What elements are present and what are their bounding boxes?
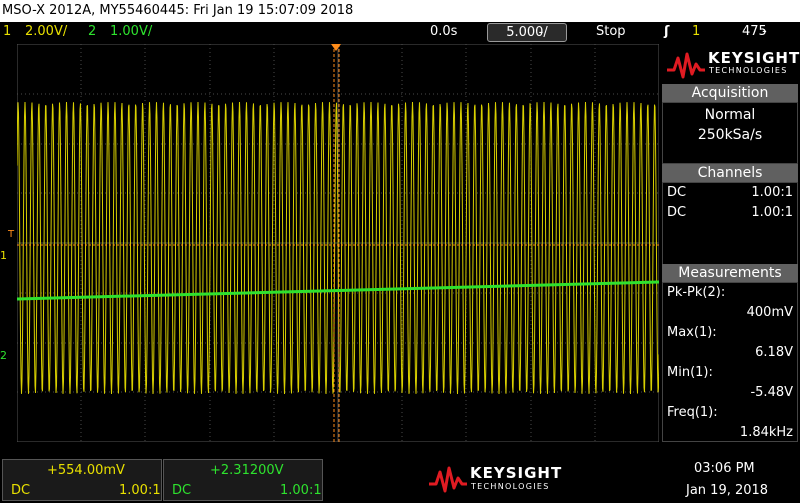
ch2-coupling: DC [172, 483, 192, 498]
trigger-edge-icon: ʃ [664, 24, 670, 39]
ch2-probe: 1.00:1 [280, 483, 322, 498]
acquisition-rate: 250kSa/s [697, 127, 763, 143]
measurements-header[interactable]: Measurements [662, 264, 798, 282]
measurement-value: -5.48V [750, 385, 793, 400]
keysight-logo: KEYSIGHT TECHNOLOGIES [660, 44, 800, 82]
title-bar: MSO-X 2012A, MY55460445: Fri Jan 19 15:0… [0, 0, 800, 22]
bottom-logo: KEYSIGHT TECHNOLOGIES [428, 462, 561, 500]
run-state[interactable]: Stop [596, 24, 626, 39]
measurement-label: Pk-Pk(2): [667, 285, 726, 300]
clock-date: Jan 19, 2018 [686, 483, 769, 498]
delay-value[interactable]: 0.0s [430, 24, 457, 39]
ch1-number[interactable]: 1 [3, 24, 11, 39]
logo-word: KEYSIGHT [708, 49, 800, 67]
measurement-value: 1.84kHz [739, 425, 793, 440]
side-panel: KEYSIGHT TECHNOLOGIES Acquisition Normal… [660, 44, 800, 442]
measurement-value: 6.18V [755, 345, 793, 360]
acquisition-mode: Normal [704, 107, 756, 123]
channels-header[interactable]: Channels [662, 164, 798, 182]
ch2-offset: +2.31200V [210, 463, 284, 478]
channel2-coupling: DC [667, 205, 687, 220]
bottom-logo-word: KEYSIGHT [470, 464, 563, 482]
channel1-coupling: DC [667, 185, 687, 200]
measurement-label: Max(1): [667, 325, 717, 340]
timebase-value: 5.000̵/ [506, 25, 548, 40]
channels-panel: DC 1.00:1 DC 1.00:1 [662, 182, 798, 266]
clock-time: 03:06 PM [694, 461, 755, 476]
bottom-logo-sub: TECHNOLOGIES [471, 482, 550, 491]
measurement-label: Min(1): [667, 365, 713, 380]
ch2-ground-marker[interactable]: 2 [0, 349, 7, 362]
waveform-display[interactable] [17, 44, 659, 442]
timebase-box[interactable]: 5.000̵/ [487, 23, 567, 42]
measurements-panel: Pk-Pk(2): 400mV Max(1): 6.18V Min(1): -5… [662, 282, 798, 442]
trigger-channel[interactable]: 1 [692, 24, 700, 39]
measurement-value: 400mV [746, 305, 793, 320]
ch1-probe: 1.00:1 [119, 483, 161, 498]
logo-sub: TECHNOLOGIES [709, 66, 788, 75]
ch2-number[interactable]: 2 [88, 24, 96, 39]
trigger-level-marker[interactable]: T [8, 229, 14, 240]
ch1-scale[interactable]: 2.00V/ [25, 24, 67, 39]
status-bar: 1 2.00V/ 2 1.00V/ 0.0s 5.000̵/ Stop ʃ 1 … [0, 22, 800, 42]
keysight-wave-logo-icon [429, 466, 467, 493]
channel1-probe: 1.00:1 [751, 185, 793, 200]
channel2-probe: 1.00:1 [751, 205, 793, 220]
ch1-info-box[interactable]: +554.00mV DC 1.00:1 [2, 459, 162, 501]
ch2-info-box[interactable]: +2.31200V DC 1.00:1 [163, 459, 323, 501]
ch1-coupling: DC [11, 483, 31, 498]
keysight-wave-logo-icon [667, 52, 705, 79]
ch1-offset: +554.00mV [47, 463, 125, 478]
trigger-level[interactable]: 475̵ [742, 24, 767, 39]
bottom-bar: +554.00mV DC 1.00:1 +2.31200V DC 1.00:1 … [0, 458, 800, 503]
acquisition-panel: Normal 250kSa/s [662, 102, 798, 164]
measurement-label: Freq(1): [667, 405, 718, 420]
ch2-scale[interactable]: 1.00V/ [110, 24, 152, 39]
waveform-svg [17, 44, 659, 442]
ch1-ground-marker[interactable]: 1 [0, 249, 7, 262]
title-text: MSO-X 2012A, MY55460445: Fri Jan 19 15:0… [2, 3, 354, 18]
acquisition-header[interactable]: Acquisition [662, 84, 798, 102]
